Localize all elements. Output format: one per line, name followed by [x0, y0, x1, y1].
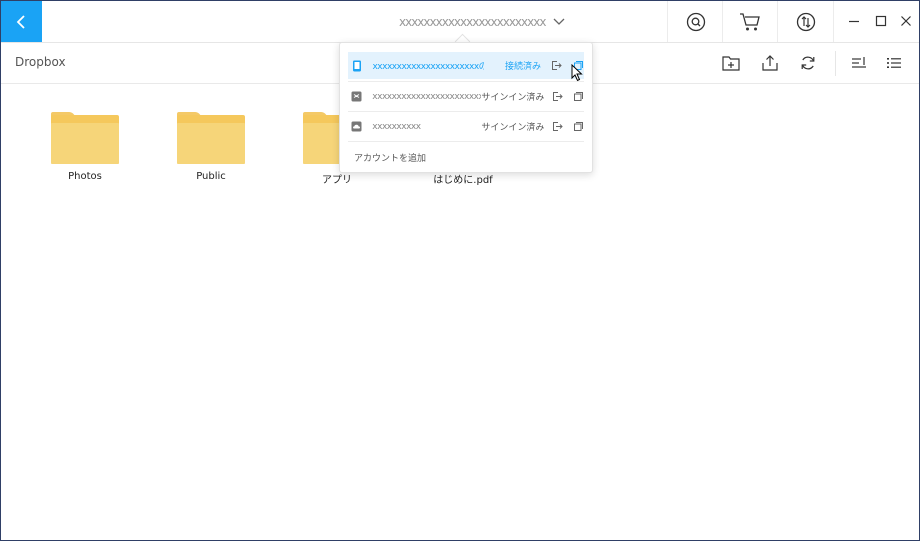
- refresh-icon: [801, 56, 815, 70]
- refresh-button[interactable]: [799, 54, 817, 72]
- account-name: xxxxxxxxxxxxxxxxxxxxxxxxxx: [372, 91, 482, 102]
- sign-out-button[interactable]: [551, 121, 563, 133]
- breadcrumb: Dropbox: [15, 55, 66, 69]
- sign-out-icon: [552, 61, 562, 70]
- account-dropdown: xxxxxxxxxxxxxxxxxxxxxxのiP... 接続済み xxxxxx…: [339, 42, 593, 173]
- divider: [833, 1, 834, 42]
- new-folder-icon: [722, 56, 740, 71]
- account-status: サインイン済み: [481, 93, 545, 103]
- file-label: Public: [196, 171, 226, 182]
- list-view-button[interactable]: [885, 54, 903, 72]
- back-arrow-icon: [16, 14, 25, 29]
- search-button[interactable]: [685, 11, 707, 33]
- close-icon: [901, 16, 911, 26]
- back-button[interactable]: [1, 1, 42, 42]
- folder-icon: [51, 112, 119, 164]
- minimize-icon: [849, 20, 859, 23]
- folder-icon: [177, 112, 245, 164]
- sign-out-button[interactable]: [551, 60, 562, 72]
- sign-out-button[interactable]: [551, 91, 563, 103]
- dropbox-icon: [351, 91, 362, 103]
- file-item-photos[interactable]: Photos: [40, 108, 130, 182]
- account-status: サインイン済み: [481, 123, 545, 133]
- new-folder-button[interactable]: [722, 54, 740, 72]
- mouse-cursor-icon: [571, 64, 583, 82]
- device-title: xxxxxxxxxxxxxxxxxxxxxxxx: [399, 15, 546, 29]
- maximize-button[interactable]: [874, 14, 888, 28]
- file-label: はじめに.pdf: [433, 175, 493, 186]
- maximize-icon: [875, 15, 887, 27]
- divider: [835, 51, 836, 76]
- account-name: xxxxxxxxxx: [372, 121, 421, 132]
- divider: [722, 1, 723, 42]
- sign-out-icon: [552, 92, 563, 101]
- list-view-icon: [887, 58, 901, 68]
- copy-button[interactable]: [573, 91, 584, 103]
- copy-icon: [573, 92, 583, 101]
- cloud-icon: [351, 121, 362, 133]
- app-window: xxxxxxxxxxxxxxxxxxxxxxxx Dropbox Photos …: [0, 0, 920, 541]
- account-row-dropbox[interactable]: xxxxxxxxxxxxxxxxxxxxxxxxxx サインイン済み: [348, 83, 584, 110]
- iphone-icon: [351, 60, 362, 72]
- account-status: 接続済み: [505, 62, 542, 72]
- divider: [777, 1, 778, 42]
- file-label: Photos: [68, 171, 102, 182]
- file-item-public[interactable]: Public: [166, 108, 256, 182]
- cart-button[interactable]: [739, 11, 761, 33]
- divider: [667, 1, 668, 42]
- sign-out-icon: [552, 122, 563, 131]
- chevron-down-icon: [553, 18, 565, 25]
- account-row-iphone[interactable]: xxxxxxxxxxxxxxxxxxxxxxのiP... 接続済み: [348, 52, 584, 79]
- file-label: アプリ: [322, 175, 352, 186]
- search-icon: [686, 12, 706, 32]
- account-row-cloud[interactable]: xxxxxxxxxx サインイン済み: [348, 113, 584, 140]
- transfer-icon: [796, 12, 816, 32]
- cart-icon: [740, 13, 760, 31]
- add-account-link[interactable]: アカウントを追加: [354, 151, 426, 164]
- sort-button[interactable]: [850, 54, 868, 72]
- transfer-button[interactable]: [795, 11, 817, 33]
- upload-icon: [762, 55, 778, 71]
- divider: [348, 141, 584, 142]
- upload-button[interactable]: [761, 54, 779, 72]
- close-button[interactable]: [899, 14, 913, 28]
- copy-button[interactable]: [573, 121, 584, 133]
- copy-icon: [573, 122, 583, 131]
- divider: [348, 111, 584, 112]
- account-name: xxxxxxxxxxxxxxxxxxxxxxのiP...: [372, 62, 484, 72]
- sort-icon: [852, 57, 866, 68]
- divider: [348, 81, 584, 82]
- minimize-button[interactable]: [847, 14, 861, 28]
- device-selector[interactable]: xxxxxxxxxxxxxxxxxxxxxxxx: [399, 13, 565, 31]
